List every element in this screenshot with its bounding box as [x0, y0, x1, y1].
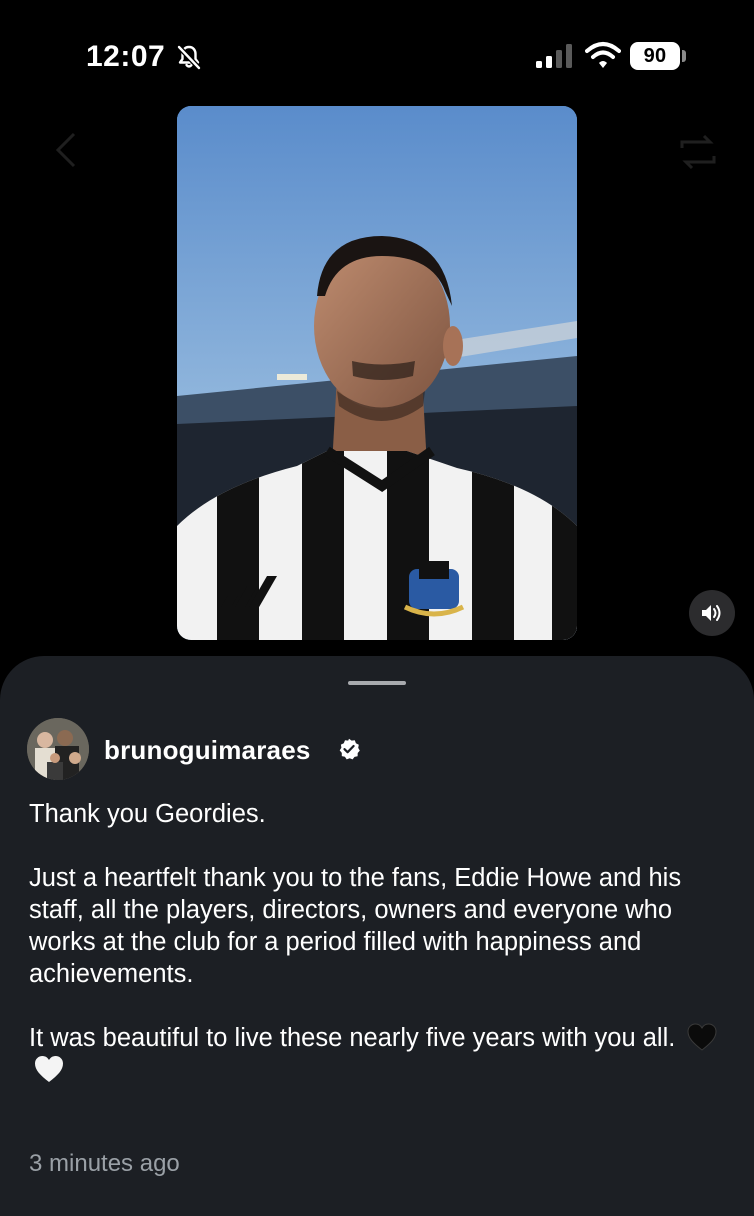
- caption-sheet: brunoguimaraes Thank you Geordies. Just …: [0, 656, 754, 1216]
- post-caption: Thank you Geordies. Just a heartfelt tha…: [29, 798, 739, 1086]
- white-heart-icon: [35, 1056, 63, 1082]
- chevron-left-icon[interactable]: [52, 130, 80, 170]
- battery-tip: [682, 50, 686, 62]
- wifi-icon: [585, 42, 621, 68]
- status-time: 12:07: [86, 40, 166, 73]
- repost-icon[interactable]: [676, 132, 720, 172]
- volume-icon: [702, 605, 721, 621]
- black-heart-icon: [687, 1023, 717, 1051]
- verified-badge-icon: [339, 738, 360, 760]
- sound-toggle-button[interactable]: [689, 590, 735, 636]
- username[interactable]: brunoguimaraes: [104, 735, 311, 766]
- post-timestamp: 3 minutes ago: [29, 1150, 180, 1177]
- caption-paragraph: Thank you Geordies.: [29, 800, 266, 828]
- caption-paragraph: Just a heartfelt thank you to the fans, …: [29, 864, 682, 988]
- caption-text: It was beautiful to live these nearly fi…: [29, 1024, 676, 1052]
- post-video[interactable]: [177, 106, 577, 640]
- battery-indicator: 90: [630, 42, 680, 70]
- sheet-drag-handle[interactable]: [348, 681, 406, 685]
- cellular-signal-icon: [536, 44, 572, 68]
- bell-slash-icon: [177, 45, 201, 70]
- avatar-photo: [27, 718, 89, 780]
- video-frame-illustration: [177, 106, 577, 640]
- avatar[interactable]: [27, 718, 89, 780]
- caption-paragraph-last: It was beautiful to live these nearly fi…: [29, 1022, 739, 1086]
- status-bar: 12:07 90: [0, 0, 754, 100]
